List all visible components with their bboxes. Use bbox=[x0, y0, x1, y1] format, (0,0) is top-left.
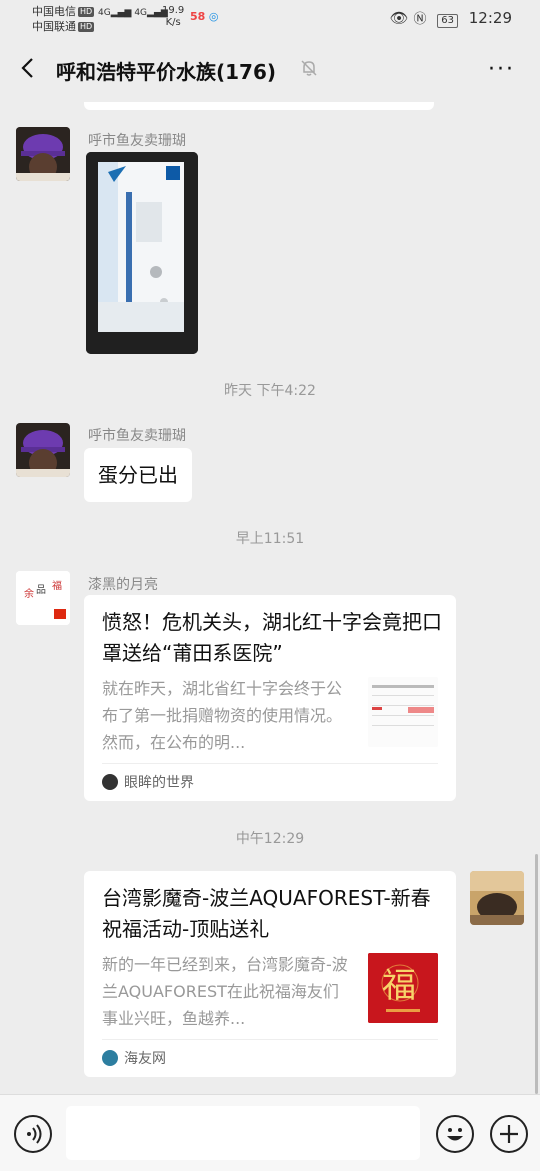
voice-icon bbox=[27, 1124, 42, 1144]
scrollbar[interactable] bbox=[535, 854, 538, 1094]
signal-icon: 4G▂▄▆ 4G▂▄▆ bbox=[98, 8, 168, 18]
network-speed: 19.9 K/s bbox=[162, 5, 185, 28]
card-description: 就在昨天，湖北省红十字会终于公布了第一批捐赠物资的使用情况。然而，在公布的明..… bbox=[102, 679, 343, 752]
browser-icon: ◎ bbox=[208, 10, 219, 23]
link-card[interactable]: 台湾影魔奇-波兰AQUAFOREST-新春祝福活动-顶贴送礼 新的一年已经到来，… bbox=[84, 871, 456, 1077]
source-logo-icon bbox=[102, 774, 118, 790]
sender-name: 呼市鱼友卖珊瑚 bbox=[88, 133, 186, 149]
battery-icon: 63 bbox=[437, 14, 458, 28]
svg-text:福: 福 bbox=[382, 966, 416, 1006]
mute-icon bbox=[301, 60, 317, 76]
svg-text:余: 余 bbox=[24, 587, 34, 600]
svg-text:品: 品 bbox=[36, 584, 46, 596]
status-bar: 中国电信 HD 中国联通 HD 4G▂▄▆ 4G▂▄▆ 19.9 K/s 58 ◎ … bbox=[0, 0, 540, 38]
carrier-2: 中国联通 bbox=[32, 20, 76, 33]
card-source: 眼眸的世界 bbox=[102, 763, 438, 792]
message-input[interactable] bbox=[66, 1106, 420, 1160]
back-icon[interactable] bbox=[16, 56, 40, 80]
emoji-button[interactable] bbox=[436, 1115, 474, 1153]
card-source: 海友网 bbox=[102, 1039, 438, 1068]
hd-badge: HD bbox=[78, 7, 95, 17]
nfc-icon: Ⓝ bbox=[413, 12, 427, 27]
emoji-icon bbox=[447, 1128, 463, 1141]
chat-header: 呼和浩特平价水族(176) ··· bbox=[0, 38, 540, 102]
card-description: 新的一年已经到来，台湾影魔奇-波兰AQUAFOREST在此祝福海友们事业兴旺，鱼… bbox=[102, 955, 348, 1028]
card-thumbnail bbox=[368, 677, 438, 747]
more-actions-button[interactable] bbox=[490, 1115, 528, 1153]
link-card[interactable]: 愤怒！危机关头，湖北红十字会竟把口罩送给“莆田系医院” 就在昨天，湖北省红十字会… bbox=[84, 595, 456, 801]
card-title: 愤怒！危机关头，湖北红十字会竟把口罩送给“莆田系医院” bbox=[102, 610, 442, 665]
chat-messages[interactable]: 呼市鱼友卖珊瑚 昨天 下午4:22 呼市鱼友卖珊瑚 蛋分已出 早上11:51 余… bbox=[0, 102, 540, 1094]
avatar[interactable] bbox=[16, 423, 70, 477]
avatar[interactable]: 余 品 福 bbox=[16, 571, 70, 625]
more-options-icon[interactable]: ··· bbox=[488, 59, 515, 81]
clock: 12:29 bbox=[468, 9, 512, 27]
hd-badge: HD bbox=[78, 22, 95, 32]
card-title: 台湾影魔奇-波兰AQUAFOREST-新春祝福活动-顶贴送礼 bbox=[102, 886, 431, 941]
plus-icon bbox=[500, 1125, 518, 1143]
card-thumbnail: 福 bbox=[368, 953, 438, 1023]
carrier-info: 中国电信 HD 中国联通 HD bbox=[32, 4, 95, 34]
app-badge: 58 bbox=[190, 10, 206, 23]
sender-name: 漆黑的月亮 bbox=[88, 577, 158, 593]
status-right: 👁 Ⓝ 63 12:29 bbox=[390, 8, 512, 28]
notification-icons: 58 ◎ bbox=[190, 10, 218, 23]
timestamp: 昨天 下午4:22 bbox=[224, 383, 316, 399]
source-logo-icon bbox=[102, 1050, 118, 1066]
svg-text:福: 福 bbox=[52, 579, 62, 592]
carrier-1: 中国电信 bbox=[32, 5, 76, 18]
sender-name: 呼市鱼友卖珊瑚 bbox=[88, 428, 186, 444]
eye-icon: 👁 bbox=[389, 9, 409, 27]
input-bar bbox=[0, 1094, 540, 1171]
chat-title: 呼和浩特平价水族(176) bbox=[56, 60, 277, 84]
text-message-bubble[interactable]: 蛋分已出 bbox=[84, 448, 192, 502]
partial-message-bubble[interactable] bbox=[84, 102, 434, 110]
avatar[interactable] bbox=[16, 127, 70, 181]
timestamp: 早上11:51 bbox=[235, 531, 305, 547]
voice-input-button[interactable] bbox=[14, 1115, 52, 1153]
image-message[interactable] bbox=[86, 152, 198, 354]
my-avatar[interactable] bbox=[470, 871, 524, 925]
message-text: 蛋分已出 bbox=[98, 463, 178, 487]
timestamp: 中午12:29 bbox=[235, 831, 305, 847]
